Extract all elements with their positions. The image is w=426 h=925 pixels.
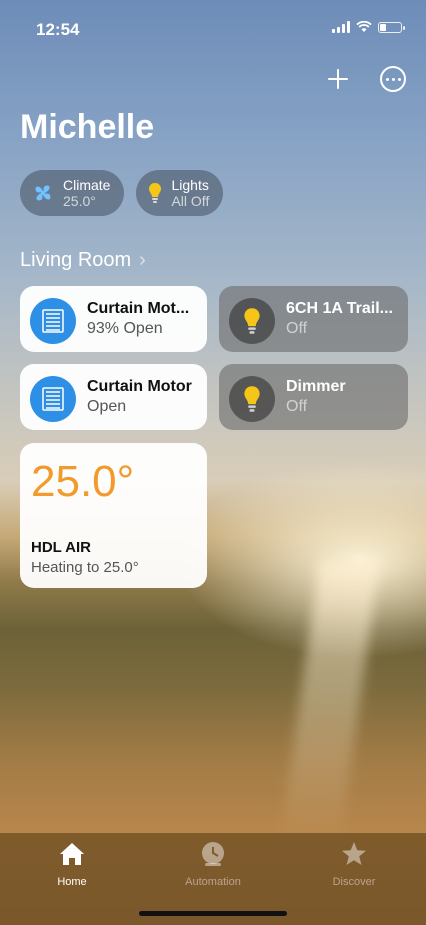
- tile-name: Curtain Motor: [87, 378, 192, 395]
- status-bar: 12:54: [0, 0, 426, 58]
- lightbulb-icon: [229, 298, 275, 344]
- climate-chip[interactable]: Climate 25.0°: [20, 170, 125, 216]
- tile-state: Off: [286, 320, 308, 337]
- tab-label: Discover: [332, 876, 376, 888]
- add-icon[interactable]: [326, 67, 350, 91]
- battery-icon: [378, 21, 405, 33]
- clock-icon: [202, 842, 224, 866]
- thermostat-tile[interactable]: 25.0° HDL AIR Heating to 25.0°: [20, 443, 207, 588]
- header-actions: [326, 66, 406, 92]
- lights-chip-title: Lights: [171, 177, 209, 193]
- cellular-signal-icon: [332, 21, 350, 33]
- more-options-icon[interactable]: [380, 66, 406, 92]
- room-title: Living Room: [20, 249, 132, 271]
- chevron-right-icon: ›: [139, 249, 146, 271]
- thermostat-state: Heating to 25.0°: [31, 559, 139, 576]
- thermostat-temperature: 25.0°: [31, 457, 135, 506]
- tile-name: Dimmer: [286, 378, 346, 395]
- climate-chip-title: Climate: [63, 177, 111, 193]
- tile-state: Open: [87, 398, 127, 415]
- tile-name: 6CH 1A Trail...: [286, 300, 393, 317]
- tile-state: 93% Open: [87, 320, 163, 337]
- thermostat-name: HDL AIR: [31, 539, 91, 556]
- tab-automation[interactable]: Automation: [153, 841, 273, 888]
- tab-label: Automation: [185, 876, 241, 888]
- blinds-icon: [30, 298, 76, 344]
- tab-discover[interactable]: Discover: [294, 841, 414, 888]
- tab-home[interactable]: Home: [12, 841, 132, 888]
- house-icon: [60, 843, 84, 865]
- wifi-icon: [356, 21, 372, 32]
- blinds-icon: [30, 376, 76, 422]
- lightbulb-icon: [149, 183, 162, 203]
- tab-label: Home: [57, 876, 87, 888]
- climate-chip-value: 25.0°: [63, 193, 96, 209]
- curtain-motor-2-tile[interactable]: Curtain Motor Open: [20, 364, 207, 430]
- tile-name: Curtain Mot...: [87, 300, 190, 317]
- page-title: Michelle: [20, 108, 155, 146]
- status-icons: [332, 21, 405, 33]
- star-icon: [342, 842, 366, 865]
- lightbulb-icon: [229, 376, 275, 422]
- home-indicator[interactable]: [139, 911, 287, 916]
- room-header[interactable]: Living Room ›: [20, 249, 146, 272]
- trailing-light-tile[interactable]: 6CH 1A Trail... Off: [219, 286, 408, 352]
- dimmer-tile[interactable]: Dimmer Off: [219, 364, 408, 430]
- status-chips: Climate 25.0° Lights All Off: [20, 170, 224, 216]
- lights-chip-value: All Off: [171, 193, 210, 209]
- fan-icon: [35, 185, 51, 201]
- tile-state: Off: [286, 398, 308, 415]
- status-time: 12:54: [36, 20, 80, 39]
- curtain-motor-1-tile[interactable]: Curtain Mot... 93% Open: [20, 286, 207, 352]
- lights-chip[interactable]: Lights All Off: [136, 170, 224, 216]
